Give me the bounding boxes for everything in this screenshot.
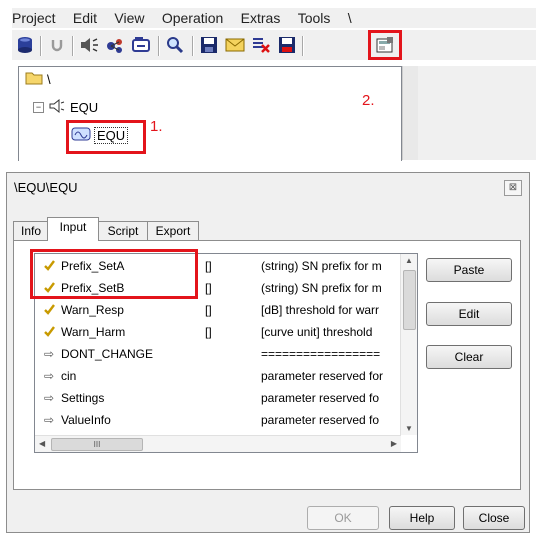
annotation-step-2: 2. <box>362 92 375 109</box>
mail-icon[interactable] <box>224 34 246 56</box>
arrow-icon: ⇨ <box>43 391 55 405</box>
paste-button[interactable]: Paste <box>426 258 512 282</box>
right-pane <box>418 66 536 160</box>
close-button[interactable]: Close <box>463 506 525 530</box>
molecule-icon[interactable] <box>104 34 126 56</box>
folder-icon <box>25 71 43 88</box>
menu-bar: Project Edit View Operation Extras Tools… <box>12 8 536 28</box>
menu-cut-off[interactable]: \ <box>348 8 352 26</box>
scroll-up-icon[interactable]: ▲ <box>405 256 413 265</box>
menu-tools[interactable]: Tools <box>298 8 331 26</box>
toolbar-separator <box>302 36 304 56</box>
tab-input[interactable]: Input <box>47 217 99 241</box>
edit-button[interactable]: Edit <box>426 302 512 326</box>
undo-icon[interactable] <box>46 34 68 56</box>
param-name: DONT_CHANGE <box>61 347 154 361</box>
save-as-icon[interactable] <box>276 34 298 56</box>
highlight-properties-button <box>368 30 402 60</box>
param-description: (string) SN prefix for m <box>261 281 382 295</box>
property-dialog: \EQU\EQU ⊠ Info Input Script Export Pref… <box>6 172 530 533</box>
list-item[interactable]: Warn_Harm [] [curve unit] threshold <box>35 322 401 342</box>
menu-extras[interactable]: Extras <box>241 8 281 26</box>
list-item[interactable]: ⇨ DONT_CHANGE ================= <box>35 344 401 364</box>
scroll-right-icon[interactable]: ▶ <box>391 439 397 448</box>
database-icon[interactable] <box>14 34 36 56</box>
list-item[interactable]: ⇨ ValueInfo parameter reserved fo <box>35 410 401 430</box>
tab-info[interactable]: Info <box>13 221 49 240</box>
param-description: [curve unit] threshold <box>261 325 373 339</box>
refresh-icon[interactable] <box>130 34 152 56</box>
toolbar-separator <box>192 36 194 56</box>
toolbar-separator <box>158 36 160 56</box>
param-description: [dB] threshold for warr <box>261 303 380 317</box>
dialog-titlebar: \EQU\EQU ⊠ <box>7 173 529 201</box>
param-name: cin <box>61 369 77 383</box>
param-description: ================= <box>261 347 381 361</box>
vertical-scrollbar[interactable]: ▲ ▼ <box>400 254 417 435</box>
tab-script[interactable]: Script <box>97 221 149 240</box>
menu-operation[interactable]: Operation <box>162 8 223 26</box>
param-name: Warn_Resp <box>61 303 124 317</box>
check-icon <box>41 303 57 318</box>
param-name: ValueInfo <box>61 413 111 427</box>
speaker-icon <box>48 98 66 116</box>
arrow-icon: ⇨ <box>43 413 55 427</box>
tree-scrollbar[interactable] <box>402 66 419 160</box>
collapse-icon[interactable]: − <box>33 102 44 113</box>
dialog-title: \EQU\EQU <box>14 180 78 195</box>
speaker-setup-icon[interactable] <box>78 34 100 56</box>
tree-node-equ-label: EQU <box>70 100 99 115</box>
main-app-window: Project Edit View Operation Extras Tools… <box>0 0 536 161</box>
tree-node-equ[interactable]: − EQU <box>33 98 99 116</box>
delete-icon[interactable] <box>250 34 272 56</box>
horizontal-scroll-thumb[interactable]: III <box>51 438 143 451</box>
param-name: Warn_Harm <box>61 325 126 339</box>
tree-root-label: \ <box>47 72 51 87</box>
param-name: Settings <box>61 391 105 405</box>
search-icon[interactable] <box>164 34 186 56</box>
highlight-tree-item <box>66 120 146 154</box>
save-icon[interactable] <box>198 34 220 56</box>
toolbar <box>12 30 536 60</box>
list-item[interactable]: ⇨ Settings parameter reserved fo <box>35 388 401 408</box>
annotation-step-1: 1. <box>150 118 163 135</box>
arrow-icon: ⇨ <box>43 369 55 383</box>
param-description: parameter reserved fo <box>261 413 380 427</box>
scroll-down-icon[interactable]: ▼ <box>405 424 413 433</box>
param-description: parameter reserved fo <box>261 391 380 405</box>
param-description: (string) SN prefix for m <box>261 259 382 273</box>
ok-button[interactable]: OK <box>307 506 379 530</box>
list-item[interactable]: Warn_Resp [] [dB] threshold for warr <box>35 300 401 320</box>
arrow-icon: ⇨ <box>43 347 55 361</box>
close-icon[interactable]: ⊠ <box>504 180 522 196</box>
scroll-left-icon[interactable]: ◀ <box>39 439 45 448</box>
menu-view[interactable]: View <box>114 8 144 26</box>
help-button[interactable]: Help <box>389 506 455 530</box>
tree-root[interactable]: \ <box>25 71 51 88</box>
check-icon <box>41 325 57 340</box>
param-unit: [] <box>205 281 212 295</box>
vertical-scroll-thumb[interactable] <box>403 270 416 330</box>
highlight-prefix-params <box>30 249 198 299</box>
toolbar-separator <box>40 36 42 56</box>
param-unit: [] <box>205 303 212 317</box>
toolbar-separator <box>72 36 74 56</box>
clear-button[interactable]: Clear <box>426 345 512 369</box>
menu-edit[interactable]: Edit <box>73 8 97 26</box>
list-item[interactable]: ⇨ cin parameter reserved for <box>35 366 401 386</box>
tab-export[interactable]: Export <box>147 221 199 240</box>
horizontal-scrollbar[interactable]: ◀ III ▶ <box>35 435 401 452</box>
menu-project[interactable]: Project <box>12 8 56 26</box>
param-unit: [] <box>205 325 212 339</box>
param-unit: [] <box>205 259 212 273</box>
param-description: parameter reserved for <box>261 369 384 383</box>
